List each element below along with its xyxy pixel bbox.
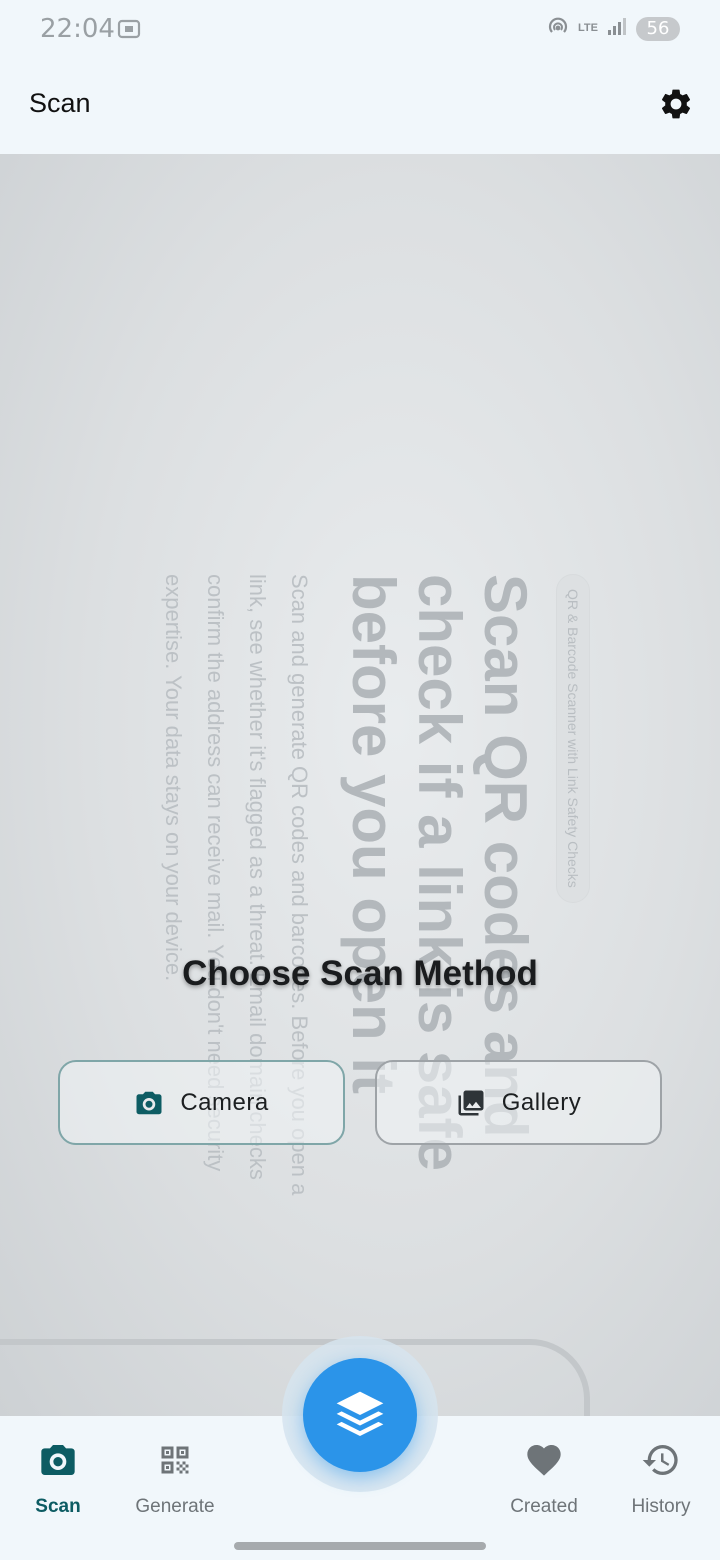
camera-icon (136, 1091, 162, 1114)
gear-icon (661, 89, 691, 119)
preview-scene: QR & Barcode Scanner with Link Safety Ch… (30, 574, 630, 1195)
nav-label-history: History (631, 1496, 691, 1517)
hotspot-icon (546, 14, 570, 43)
status-bar: 22:04 LTE 56 (0, 0, 720, 58)
nav-item-created[interactable]: Created (489, 1438, 599, 1518)
status-time: 22:04 (40, 14, 115, 44)
heart-icon (527, 1445, 561, 1476)
camera-preview: QR & Barcode Scanner with Link Safety Ch… (0, 154, 720, 1416)
nav-label-created: Created (510, 1496, 578, 1517)
gallery-button[interactable]: Gallery (375, 1060, 662, 1145)
layers-icon (336, 1391, 384, 1436)
scan-method-title: Choose Scan Method (182, 954, 538, 993)
nav-label-generate: Generate (135, 1496, 215, 1517)
screenshot-icon (116, 16, 142, 47)
status-right: LTE 56 (546, 14, 680, 43)
signal-icon (606, 15, 628, 42)
gallery-button-label: Gallery (501, 1088, 582, 1116)
photo-library-icon (458, 1090, 484, 1115)
nav-item-generate[interactable]: Generate (120, 1438, 230, 1518)
app-bar: Scan (0, 58, 720, 154)
nav-label-scan: Scan (35, 1496, 81, 1517)
preview-badge: QR & Barcode Scanner with Link Safety Ch… (556, 574, 590, 903)
qr-code-icon (161, 1446, 189, 1474)
home-indicator[interactable] (234, 1542, 486, 1550)
nav-item-scan[interactable]: Scan (3, 1438, 113, 1518)
page-title: Scan (29, 88, 91, 118)
nav-item-history[interactable]: History (606, 1438, 716, 1518)
camera-button[interactable]: Camera (58, 1060, 345, 1145)
camera-icon (41, 1445, 75, 1475)
battery-indicator: 56 (636, 16, 680, 41)
settings-button[interactable] (658, 86, 694, 122)
network-type: LTE (578, 22, 598, 34)
history-icon (642, 1445, 678, 1475)
layers-fab-button[interactable] (303, 1358, 417, 1472)
camera-button-label: Camera (180, 1088, 269, 1116)
